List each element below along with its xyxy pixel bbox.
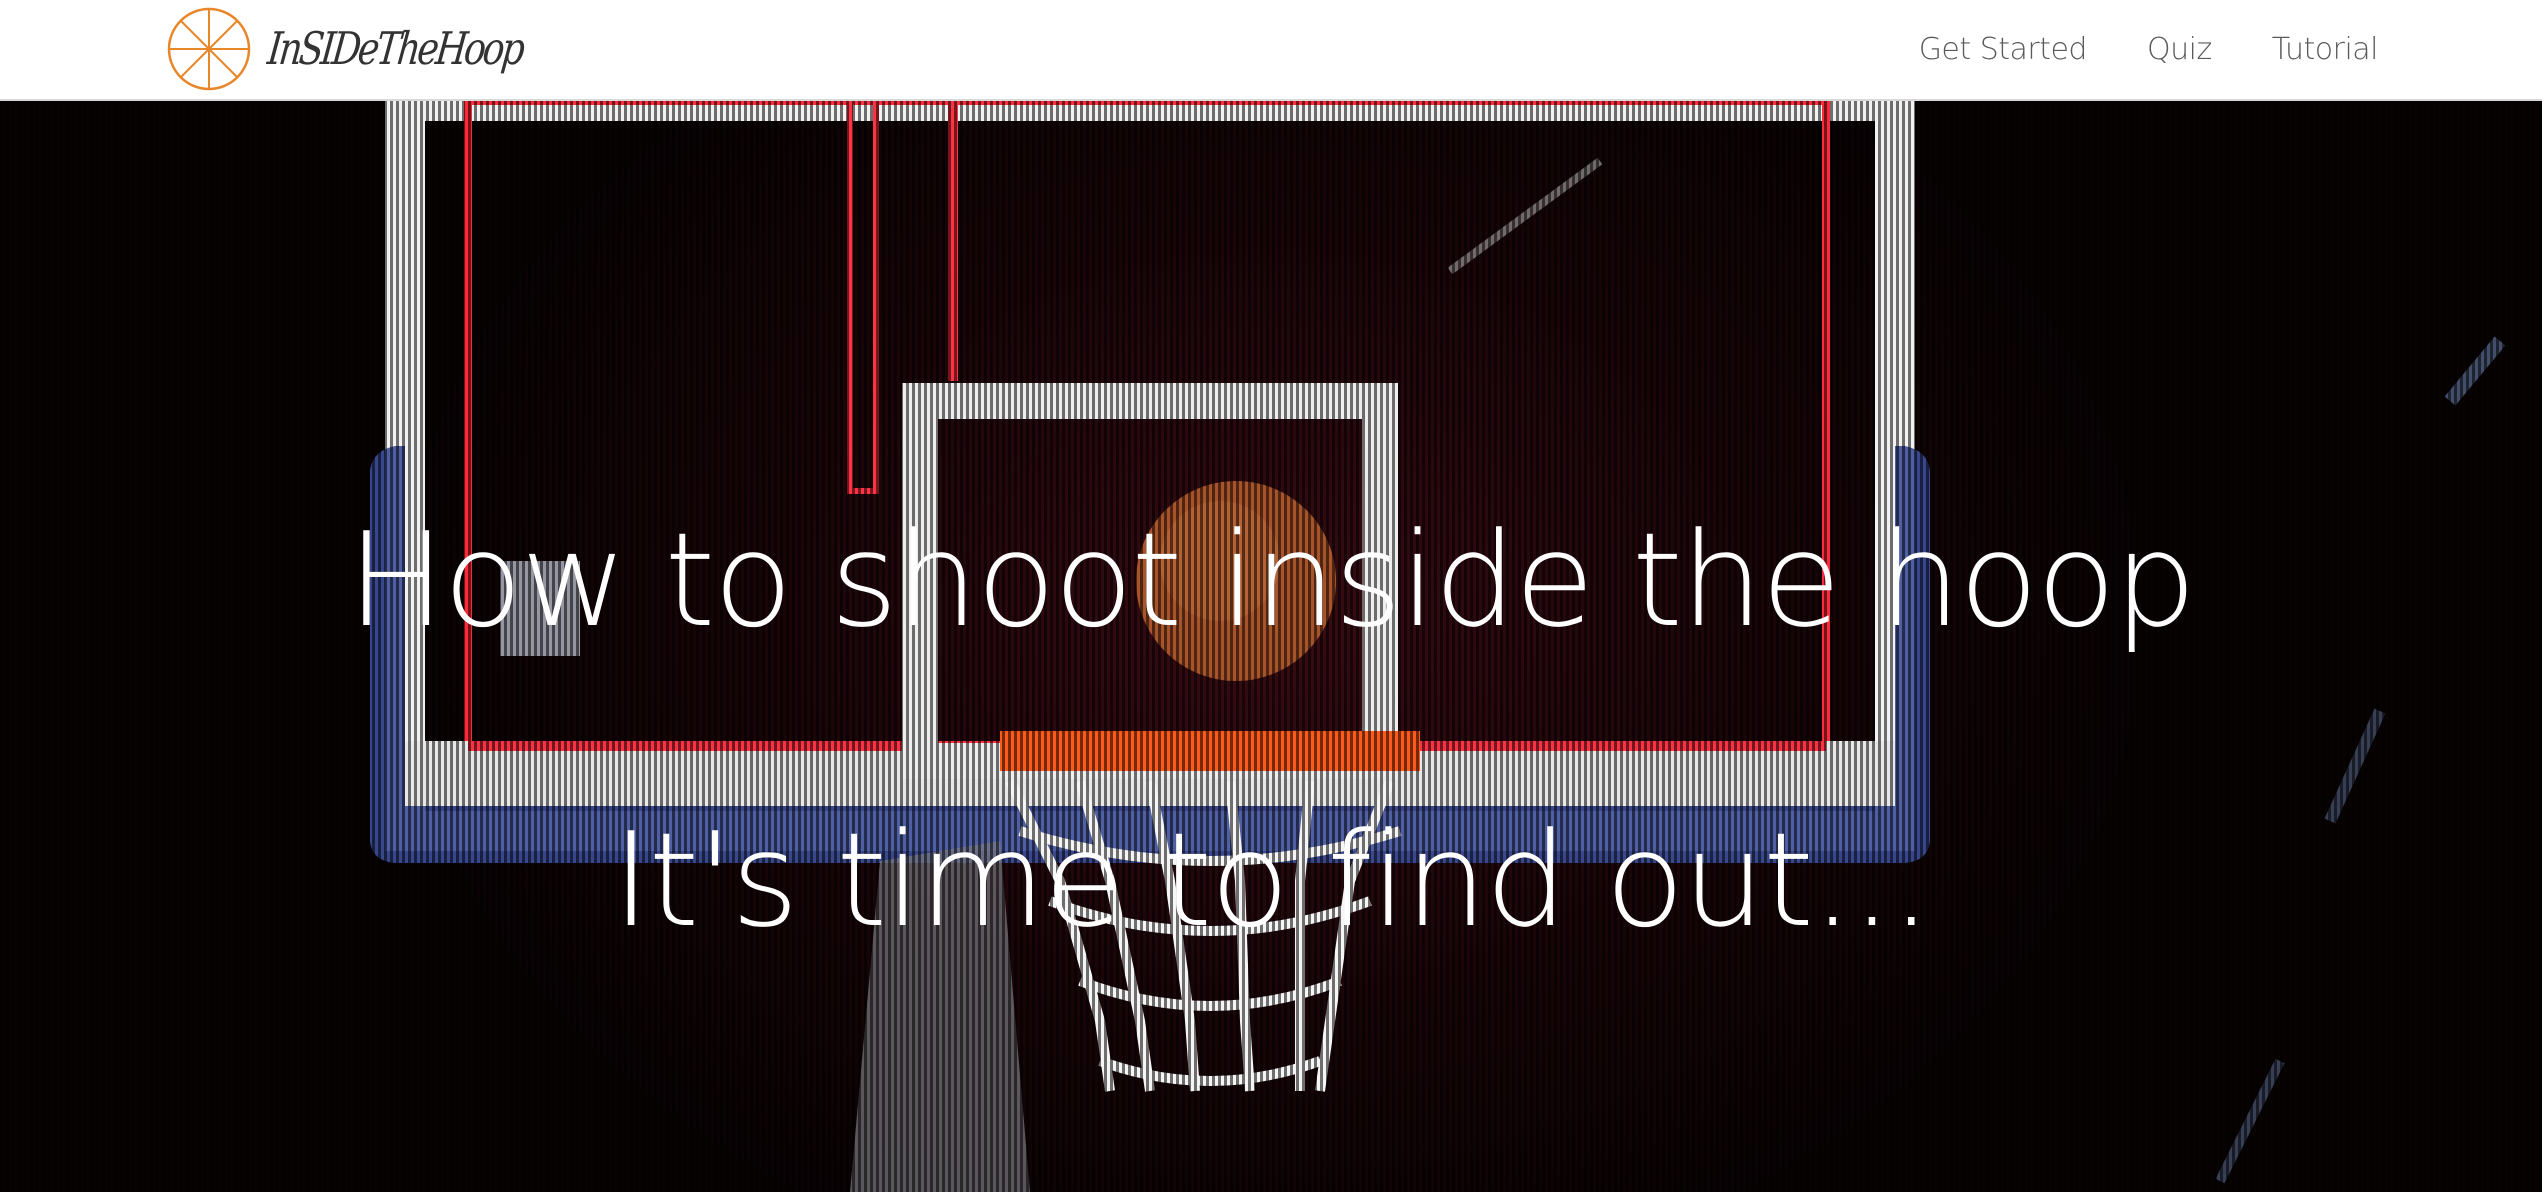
nav-tutorial-link[interactable]: Tutorial (2272, 32, 2379, 67)
nav-get-started-link[interactable]: Get Started (1919, 32, 2088, 67)
basketball-icon (167, 7, 251, 91)
nav-links: Get Started Quiz Tutorial (1919, 0, 2379, 99)
page: InSIDeTheHoop Get Started Quiz Tutorial (0, 0, 2542, 1192)
brand-name: InSIDeTheHoop (265, 23, 525, 75)
nav-quiz-link[interactable]: Quiz (2147, 32, 2212, 67)
brand-home-link[interactable]: InSIDeTheHoop (166, 6, 525, 92)
hero-subtitle: It's time to find out... (612, 804, 1932, 956)
hero-title: How to shoot inside the hoop (347, 504, 2196, 656)
top-navbar: InSIDeTheHoop Get Started Quiz Tutorial (0, 0, 2542, 101)
